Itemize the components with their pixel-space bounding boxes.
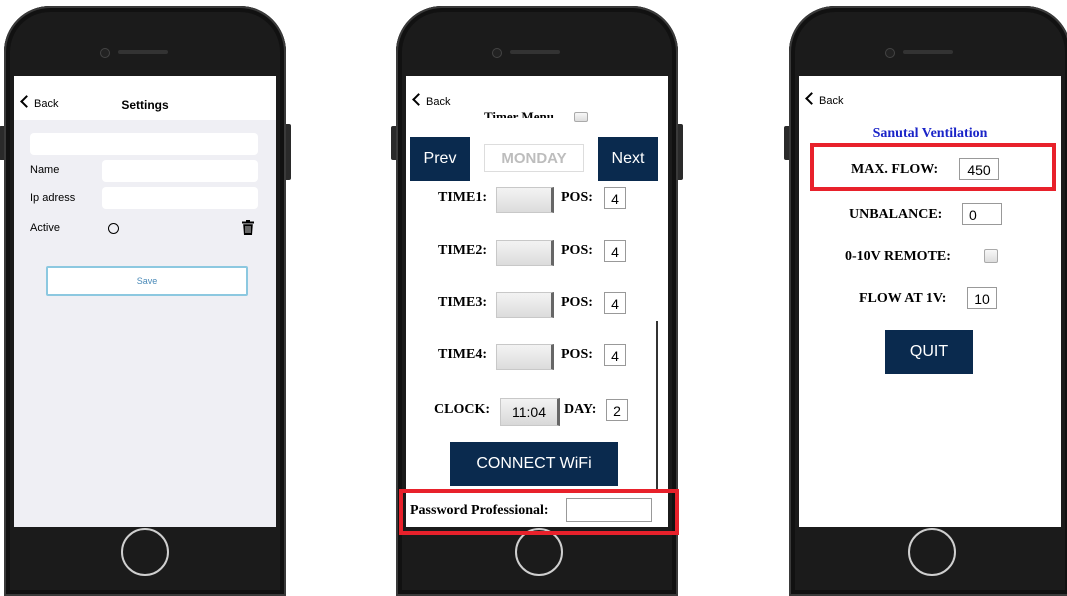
name-label: Name xyxy=(30,164,60,176)
time1-label: TIME1: xyxy=(438,190,487,205)
unbalance-label: UNBALANCE: xyxy=(849,207,943,222)
remote-label: 0-10V REMOTE: xyxy=(845,249,951,264)
top-text-field[interactable] xyxy=(30,133,258,155)
prev-button[interactable]: Prev xyxy=(410,137,470,181)
phone-ventilation: Back Sanutal Ventilation MAX. FLOW: 450 … xyxy=(784,6,1067,596)
ip-address-label: Ip adress xyxy=(30,192,76,204)
unbalance-input[interactable]: 0 xyxy=(962,203,1002,225)
ip-address-field[interactable] xyxy=(102,187,258,209)
app-title: Sanutal Ventilation xyxy=(872,126,988,141)
back-button[interactable]: Back xyxy=(412,93,451,108)
active-radio[interactable] xyxy=(108,223,119,234)
home-button[interactable] xyxy=(908,528,956,576)
active-label: Active xyxy=(30,222,60,234)
trash-icon[interactable] xyxy=(242,220,254,235)
camera-icon xyxy=(885,48,895,58)
timer-menu-checkbox[interactable] xyxy=(574,112,588,122)
pos4-input[interactable]: 4 xyxy=(604,344,626,366)
pos4-label: POS: xyxy=(561,347,593,362)
page-title: Settings xyxy=(121,98,169,112)
settings-screen: Back Settings Name Ip adress Active Save xyxy=(14,76,276,527)
time1-toggle[interactable] xyxy=(496,187,554,213)
home-button[interactable] xyxy=(515,528,563,576)
time4-toggle[interactable] xyxy=(496,344,554,370)
timer-menu-label: Timer Menu xyxy=(484,109,554,118)
time3-label: TIME3: xyxy=(438,295,487,310)
flow-at-1v-input[interactable]: 10 xyxy=(967,287,997,309)
pos1-input[interactable]: 4 xyxy=(604,187,626,209)
next-button[interactable]: Next xyxy=(598,137,658,181)
time2-toggle[interactable] xyxy=(496,240,554,266)
pos2-input[interactable]: 4 xyxy=(604,240,626,262)
time3-toggle[interactable] xyxy=(496,292,554,318)
day-display: MONDAY xyxy=(484,144,584,172)
phone-settings: Back Settings Name Ip adress Active Save xyxy=(0,6,291,596)
pos2-label: POS: xyxy=(561,243,593,258)
back-label: Back xyxy=(426,96,451,108)
name-field[interactable] xyxy=(102,160,258,182)
quit-button[interactable]: QUIT xyxy=(885,330,973,374)
scrollbar[interactable] xyxy=(656,321,658,489)
back-button[interactable]: Back xyxy=(805,92,844,107)
camera-icon xyxy=(100,48,110,58)
speaker-grille xyxy=(118,50,168,54)
pos3-label: POS: xyxy=(561,295,593,310)
home-button[interactable] xyxy=(121,528,169,576)
chevron-left-icon xyxy=(805,92,818,105)
pos1-label: POS: xyxy=(561,190,593,205)
back-label: Back xyxy=(819,95,844,107)
save-button[interactable]: Save xyxy=(46,266,248,296)
camera-icon xyxy=(492,48,502,58)
time4-label: TIME4: xyxy=(438,347,487,362)
day-label: DAY: xyxy=(564,402,597,417)
remote-checkbox[interactable] xyxy=(984,249,998,263)
connect-wifi-button[interactable]: CONNECT WiFi xyxy=(450,442,618,486)
flow-at-1v-label: FLOW AT 1V: xyxy=(859,291,947,306)
clock-label: CLOCK: xyxy=(434,402,490,417)
max-flow-highlight-box xyxy=(810,143,1056,191)
time2-label: TIME2: xyxy=(438,243,487,258)
password-highlight-box xyxy=(399,489,679,535)
timer-screen: Back Timer Menu Prev MONDAY Next TIME1: … xyxy=(406,76,668,527)
clock-value[interactable]: 11:04 xyxy=(500,398,560,426)
day-input[interactable]: 2 xyxy=(606,399,628,421)
pos3-input[interactable]: 4 xyxy=(604,292,626,314)
chevron-left-icon xyxy=(412,93,425,106)
speaker-grille xyxy=(903,50,953,54)
speaker-grille xyxy=(510,50,560,54)
